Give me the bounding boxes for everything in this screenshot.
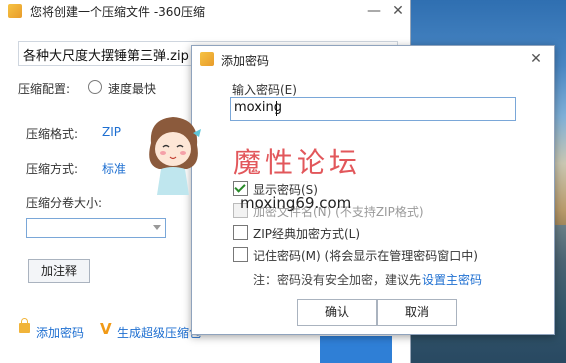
split-size-combo[interactable]	[26, 218, 166, 238]
dialog-icon	[200, 52, 214, 66]
add-password-dialog: 添加密码 ✕ 输入密码(E) moxing 显示密码(S) 加密文件名(N) (…	[191, 45, 555, 335]
add-password-link[interactable]: 添加密码	[36, 324, 84, 341]
watermark-text: 魔性论坛	[233, 146, 362, 179]
method-label: 压缩方式:	[26, 162, 79, 176]
app-icon	[8, 4, 22, 18]
add-comment-button[interactable]: 加注释	[28, 259, 90, 283]
compress-now-button[interactable]	[320, 336, 392, 363]
minimize-button[interactable]: —	[364, 2, 384, 20]
format-value[interactable]: ZIP	[102, 125, 121, 139]
close-button[interactable]: ✕	[388, 2, 408, 20]
title-bar: 您将创建一个压缩文件 -360压缩 — ✕	[0, 0, 410, 22]
cancel-button[interactable]: 取消	[377, 299, 457, 326]
password-input-label: 输入密码(E)	[232, 83, 297, 97]
split-label: 压缩分卷大小:	[26, 196, 103, 210]
set-master-password-link[interactable]: 设置主密码	[422, 271, 482, 288]
dialog-close-button[interactable]: ✕	[526, 50, 546, 68]
remember-password-checkbox[interactable]	[233, 247, 248, 262]
config-radio[interactable]	[88, 80, 102, 94]
zip-classic-checkbox[interactable]	[233, 225, 248, 240]
watermark-mascot-icon	[149, 117, 201, 195]
format-label: 压缩格式:	[26, 127, 79, 141]
v-icon: V	[100, 320, 112, 338]
remember-password-label: 记住密码(M) (将会显示在管理密码窗口中)	[253, 249, 478, 263]
chevron-down-icon[interactable]	[153, 225, 161, 230]
security-note: 注：密码没有安全加密，建议先	[253, 273, 422, 287]
text-caret	[276, 101, 277, 116]
dialog-title-bar: 添加密码 ✕	[192, 46, 554, 74]
super-compress-link[interactable]: 生成超级压缩包	[117, 324, 201, 341]
window-title: 您将创建一个压缩文件 -360压缩	[30, 5, 206, 19]
method-value[interactable]: 标准	[102, 160, 126, 177]
config-label: 压缩配置:	[18, 82, 71, 96]
dialog-title: 添加密码	[221, 54, 270, 68]
password-value: moxing	[234, 100, 283, 115]
confirm-button[interactable]: 确认	[297, 299, 377, 326]
zip-classic-label: ZIP经典加密方式(L)	[253, 227, 361, 241]
lock-icon	[19, 318, 30, 333]
config-option-label: 速度最快	[108, 82, 157, 96]
password-input[interactable]: moxing	[230, 97, 516, 121]
filename-value: 各种大尺度大摆锤第三弹.zip	[23, 49, 189, 64]
watermark-url: moxing69.com	[240, 194, 352, 212]
